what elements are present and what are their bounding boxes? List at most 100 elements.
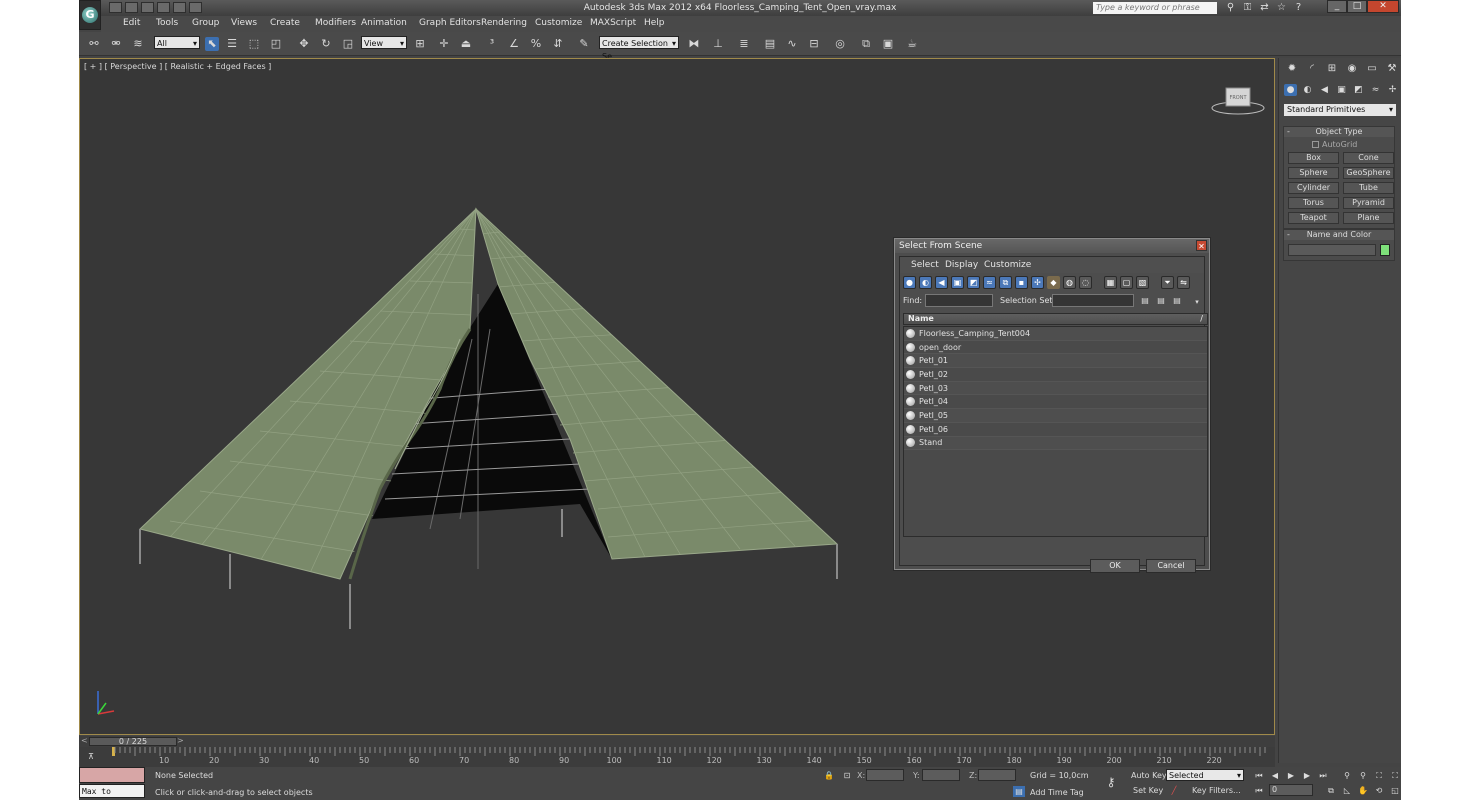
- dialog-close-button[interactable]: ✕: [1196, 240, 1207, 251]
- menu-edit[interactable]: Edit: [123, 18, 140, 28]
- time-slider-thumb[interactable]: 0 / 225: [89, 737, 177, 746]
- display-shapes-icon[interactable]: ◐: [919, 276, 932, 289]
- selection-filter-dropdown[interactable]: All: [154, 36, 200, 50]
- key-icon[interactable]: ⚿: [1242, 2, 1253, 13]
- unlink-icon[interactable]: ⚮: [109, 37, 123, 51]
- exchange-icon[interactable]: ⇄: [1259, 2, 1270, 13]
- align-icon[interactable]: ⊥: [711, 37, 725, 51]
- scale-icon[interactable]: ◲: [341, 37, 355, 51]
- motion-tab-icon[interactable]: ◉: [1344, 62, 1360, 76]
- add-time-tag[interactable]: Add Time Tag: [1030, 788, 1084, 797]
- rendered-frame-window-icon[interactable]: ▣: [881, 37, 895, 51]
- select-by-name-icon[interactable]: ☰: [225, 37, 239, 51]
- time-slider[interactable]: < 0 / 225 >: [79, 736, 1275, 747]
- filter-icon[interactable]: ⏷: [1161, 276, 1174, 289]
- dialog-menu-display[interactable]: Display: [945, 260, 978, 270]
- list-item[interactable]: Petl_05: [904, 409, 1207, 423]
- bind-spacewarp-icon[interactable]: ≋: [131, 37, 145, 51]
- hierarchy-tab-icon[interactable]: ⊞: [1324, 62, 1340, 76]
- cylinder-button[interactable]: Cylinder: [1288, 182, 1339, 194]
- x-coordinate-field[interactable]: [866, 769, 904, 781]
- display-bones-icon[interactable]: ✢: [1031, 276, 1044, 289]
- display-groups-icon[interactable]: ⧉: [999, 276, 1012, 289]
- auto-key-button[interactable]: Auto Key: [1131, 771, 1167, 780]
- find-input[interactable]: [925, 294, 993, 307]
- display-lights-icon[interactable]: ◀: [935, 276, 948, 289]
- object-color-swatch[interactable]: [1380, 244, 1390, 256]
- set-key-button[interactable]: Set Key: [1133, 786, 1163, 795]
- systems-icon[interactable]: ✢: [1386, 84, 1399, 96]
- play-icon[interactable]: ▶: [1285, 770, 1297, 781]
- lock-selection-icon[interactable]: 🔒: [823, 770, 835, 781]
- list-item[interactable]: Floorless_Camping_Tent004: [904, 327, 1207, 341]
- select-manipulate-icon[interactable]: ✛: [437, 37, 451, 51]
- list-item[interactable]: Petl_02: [904, 368, 1207, 382]
- geometry-icon[interactable]: ●: [1284, 84, 1297, 96]
- cancel-button[interactable]: Cancel: [1146, 559, 1196, 573]
- spinner-snap-icon[interactable]: ⇵: [551, 37, 565, 51]
- field-of-view-icon[interactable]: ◺: [1341, 785, 1353, 796]
- display-xrefs-icon[interactable]: ▪: [1015, 276, 1028, 289]
- list-item[interactable]: Petl_04: [904, 395, 1207, 410]
- zoom-extents-all-icon[interactable]: ⛶: [1389, 770, 1401, 781]
- material-editor-icon[interactable]: ◎: [833, 37, 847, 51]
- minimize-button[interactable]: _: [1327, 0, 1347, 13]
- maximize-viewport-icon[interactable]: ◱: [1389, 785, 1401, 796]
- track-bar[interactable]: ⊼ 10 20 30 40 50 60 70 80 90 100 110 120 130 140 150 16…: [79, 747, 1275, 767]
- rectangular-selection-icon[interactable]: ⬚: [247, 37, 261, 51]
- menu-tools[interactable]: Tools: [156, 18, 178, 28]
- display-geometry-icon[interactable]: ●: [903, 276, 916, 289]
- edit-named-selection-icon[interactable]: ✎: [577, 37, 591, 51]
- dialog-title-bar[interactable]: Select From Scene ✕: [895, 239, 1209, 253]
- absolute-mode-icon[interactable]: ⊡: [841, 770, 853, 781]
- lights-icon[interactable]: ◀: [1318, 84, 1331, 96]
- display-hidden-icon[interactable]: ◌: [1079, 276, 1092, 289]
- maxscript-mini-listener[interactable]: Max to Physc.: [79, 784, 145, 798]
- next-frame-icon[interactable]: ▶: [1301, 770, 1313, 781]
- select-object-icon[interactable]: ⬉: [205, 37, 219, 51]
- cameras-icon[interactable]: ▣: [1335, 84, 1348, 96]
- schematic-view-icon[interactable]: ⊟: [807, 37, 821, 51]
- y-coordinate-field[interactable]: [922, 769, 960, 781]
- maximize-button[interactable]: □: [1347, 0, 1367, 13]
- ok-button[interactable]: OK: [1090, 559, 1140, 573]
- plane-button[interactable]: Plane: [1343, 212, 1394, 224]
- help-icon[interactable]: ?: [1293, 2, 1304, 13]
- name-and-color-header[interactable]: - Name and Color: [1284, 230, 1394, 240]
- list-item[interactable]: Petl_03: [904, 381, 1207, 396]
- mini-curve-editor-icon[interactable]: ⊼: [85, 751, 97, 762]
- favorites-star-icon[interactable]: ☆: [1276, 2, 1287, 13]
- shapes-icon[interactable]: ◐: [1301, 84, 1314, 96]
- name-column-header[interactable]: Name /: [903, 313, 1208, 325]
- teapot-button[interactable]: Teapot: [1288, 212, 1339, 224]
- mirror-icon[interactable]: ⧓: [687, 37, 701, 51]
- display-tab-icon[interactable]: ▭: [1364, 62, 1380, 76]
- object-name-input[interactable]: [1288, 244, 1377, 256]
- utilities-tab-icon[interactable]: ⚒: [1384, 62, 1400, 76]
- graphite-ribbon-icon[interactable]: ▤: [763, 37, 777, 51]
- helpers-icon[interactable]: ◩: [1352, 84, 1365, 96]
- dialog-menu-select[interactable]: Select: [911, 260, 939, 270]
- curve-editor-icon[interactable]: ∿: [785, 37, 799, 51]
- pivot-center-icon[interactable]: ⊞: [413, 37, 427, 51]
- menu-help[interactable]: Help: [644, 18, 665, 28]
- menu-modifiers[interactable]: Modifiers: [315, 18, 356, 28]
- pan-icon[interactable]: ✋: [1357, 785, 1369, 796]
- menu-group[interactable]: Group: [192, 18, 219, 28]
- move-icon[interactable]: ✥: [297, 37, 311, 51]
- expand-toolbar-icon[interactable]: ▾: [1191, 297, 1203, 308]
- menu-create[interactable]: Create: [270, 18, 300, 28]
- go-to-start-icon[interactable]: ⏮: [1253, 770, 1265, 781]
- named-selection-dropdown[interactable]: Create Selection Se: [599, 36, 679, 61]
- tube-button[interactable]: Tube: [1343, 182, 1394, 194]
- cone-button[interactable]: Cone: [1343, 152, 1394, 164]
- current-frame-field[interactable]: 0: [1269, 784, 1313, 796]
- remove-selection-set-icon[interactable]: ▤: [1155, 295, 1167, 306]
- torus-button[interactable]: Torus: [1288, 197, 1339, 209]
- list-item[interactable]: open_door: [904, 341, 1207, 355]
- add-to-selection-set-icon[interactable]: ▤: [1171, 295, 1183, 306]
- create-tab-icon[interactable]: ✹: [1284, 62, 1300, 76]
- percent-snap-icon[interactable]: %: [529, 37, 543, 51]
- render-production-icon[interactable]: ☕: [905, 37, 919, 51]
- pyramid-button[interactable]: Pyramid: [1343, 197, 1394, 209]
